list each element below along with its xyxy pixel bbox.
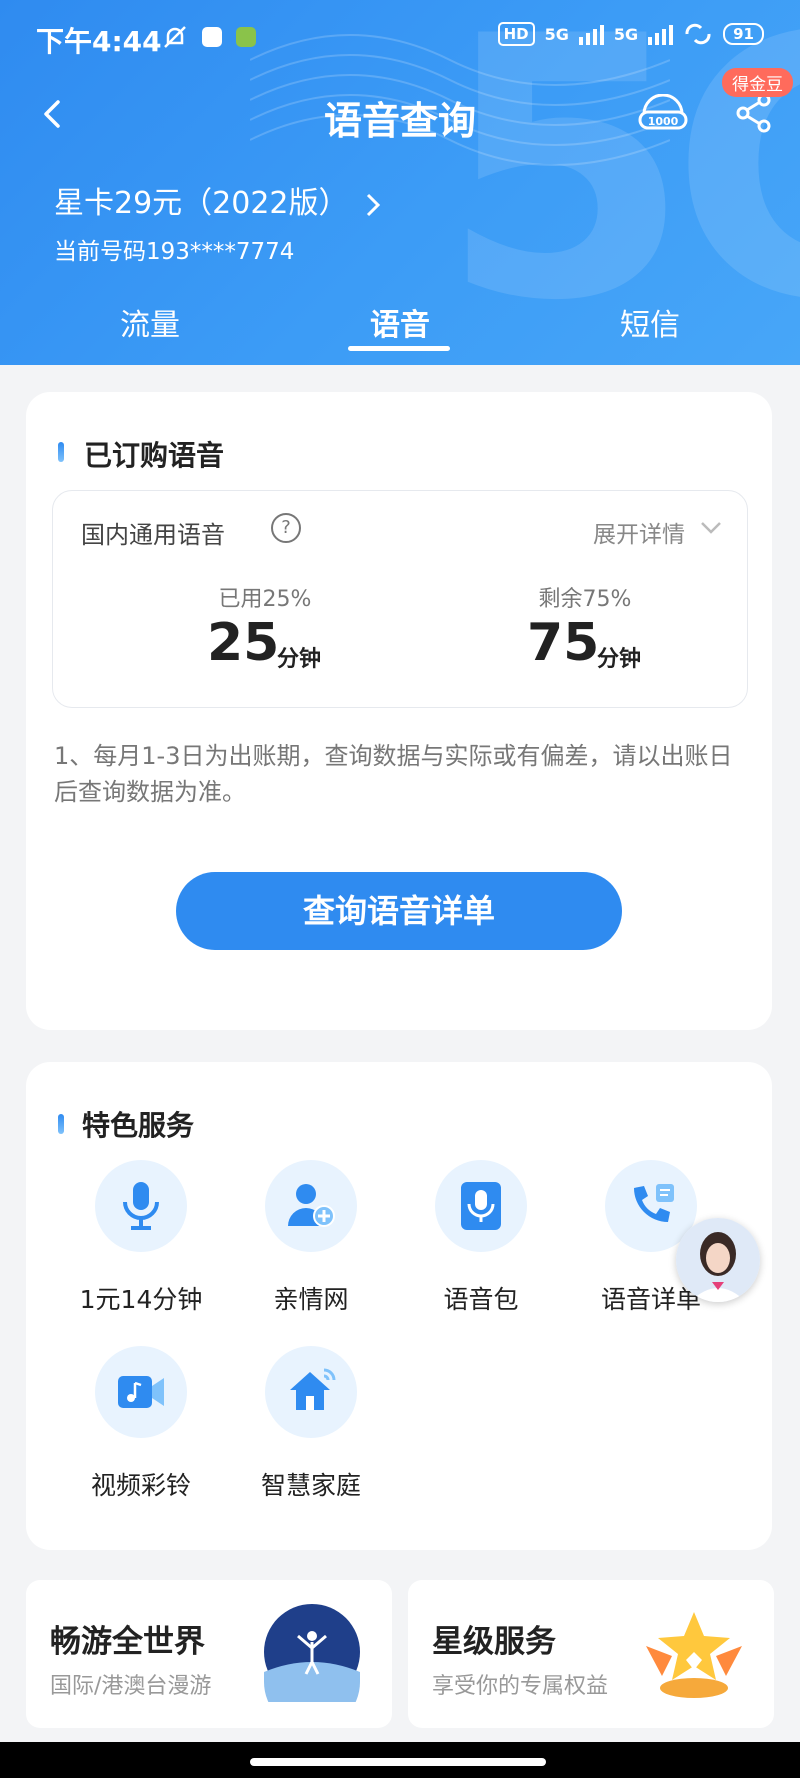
- star-trophy-icon: [646, 1612, 742, 1698]
- section-title: 已订购语音: [84, 439, 225, 472]
- expand-details-link[interactable]: 展开详情: [593, 515, 685, 549]
- android-icon: [236, 27, 256, 47]
- promo-star-service-card[interactable]: 星级服务 享受你的专属权益: [408, 1580, 774, 1728]
- active-tab-indicator: [348, 346, 450, 351]
- assistant-avatar[interactable]: [676, 1218, 760, 1302]
- feature-label: 语音包: [443, 1285, 519, 1314]
- link-icon: [685, 23, 711, 45]
- section-marker: [58, 1114, 64, 1134]
- tab-data[interactable]: 流量: [50, 300, 250, 344]
- home-indicator[interactable]: [250, 1758, 546, 1766]
- tab-sms[interactable]: 短信: [550, 300, 750, 344]
- nav-bar: 语音查询 1000 得金豆: [0, 68, 800, 150]
- status-bar: 下午4:44 HD 5G 5G 91: [0, 0, 800, 80]
- tab-bar: 流量 语音 短信: [0, 300, 800, 365]
- voice-pack-icon: [461, 1182, 501, 1230]
- feature-video-ringtone[interactable]: 视频彩铃: [56, 1346, 226, 1516]
- feature-family-network[interactable]: 亲情网: [226, 1160, 396, 1330]
- feature-label: 1元14分钟: [79, 1285, 203, 1314]
- tab-voice[interactable]: 语音: [300, 300, 500, 344]
- promo-roaming-card[interactable]: 畅游全世界 国际/港澳台漫游: [26, 1580, 392, 1728]
- section-marker: [58, 442, 64, 462]
- used-value: 25: [207, 613, 280, 673]
- chevron-right-icon: [367, 193, 381, 216]
- used-label: 已用25%: [218, 587, 312, 612]
- bell-off-icon: [164, 26, 186, 48]
- header: 5G 下午4:44 HD 5G 5G 91: [0, 0, 800, 365]
- feature-label: 亲情网: [273, 1285, 349, 1314]
- feature-label: 智慧家庭: [260, 1471, 361, 1500]
- chevron-down-icon[interactable]: [699, 515, 723, 539]
- promo-subtitle: 国际/港澳台漫游: [50, 1674, 212, 1699]
- feature-1yuan-14min[interactable]: 1元14分钟: [56, 1160, 226, 1330]
- share-icon[interactable]: [734, 92, 774, 134]
- feature-voice-pack[interactable]: 语音包: [396, 1160, 566, 1330]
- billing-note: 1、每月1-3日为出账期，查询数据与实际或有偏差，请以出账日后查询数据为准。: [54, 742, 733, 806]
- network-5g-label: 5G: [544, 24, 569, 44]
- status-time: 下午4:44: [36, 25, 162, 58]
- voice-item-title: 国内通用语音: [81, 521, 225, 549]
- plan-name: 星卡29元（2022版）: [54, 186, 349, 221]
- battery-indicator: 91: [723, 23, 764, 45]
- subscribed-voice-card: 已订购语音 国内通用语音 ? 展开详情 已用25% 25 分钟 剩余75% 75…: [26, 392, 772, 1030]
- remaining-unit: 分钟: [597, 647, 642, 672]
- gold-bean-badge[interactable]: 得金豆: [722, 68, 793, 97]
- phone-number: 当前号码193****7774: [54, 239, 295, 265]
- svg-text:1000: 1000: [648, 115, 679, 128]
- help-icon[interactable]: ?: [271, 513, 301, 543]
- globe-travel-icon: [264, 1604, 360, 1702]
- feature-smart-home[interactable]: 智慧家庭: [226, 1346, 396, 1516]
- section-title: 特色服务: [82, 1109, 195, 1142]
- remaining-value: 75: [527, 613, 600, 673]
- query-voice-detail-button[interactable]: 查询语音详单: [176, 872, 622, 950]
- signal-icon: [648, 23, 674, 45]
- phone-list-icon: [634, 1184, 674, 1222]
- promo-subtitle: 享受你的专属权益: [432, 1674, 609, 1699]
- remaining-label: 剩余75%: [538, 587, 632, 612]
- network-5g-label: 5G: [613, 24, 639, 44]
- customer-service-icon[interactable]: 1000: [638, 94, 688, 134]
- plan-selector[interactable]: 星卡29元（2022版）: [54, 178, 384, 222]
- hd-icon: HD: [497, 22, 535, 46]
- voice-usage-panel: 国内通用语音 ? 展开详情 已用25% 25 分钟 剩余75% 75 分钟: [52, 490, 748, 708]
- promo-title: 畅游全世界: [50, 1624, 205, 1660]
- smart-home-icon: [290, 1368, 336, 1410]
- app-notification-icon: [202, 27, 222, 47]
- add-member-icon: [288, 1184, 335, 1227]
- features-card: 特色服务 1元14分钟 亲情网 语音包 语音详单 视频彩铃 智慧家庭: [26, 1062, 772, 1550]
- feature-label: 视频彩铃: [90, 1471, 191, 1500]
- video-ringtone-icon: [118, 1376, 164, 1408]
- assistant-avatar-icon: [676, 1218, 760, 1302]
- promo-title: 星级服务: [432, 1624, 556, 1660]
- used-unit: 分钟: [277, 647, 322, 672]
- microphone-icon: [123, 1182, 159, 1230]
- signal-icon: [578, 23, 604, 45]
